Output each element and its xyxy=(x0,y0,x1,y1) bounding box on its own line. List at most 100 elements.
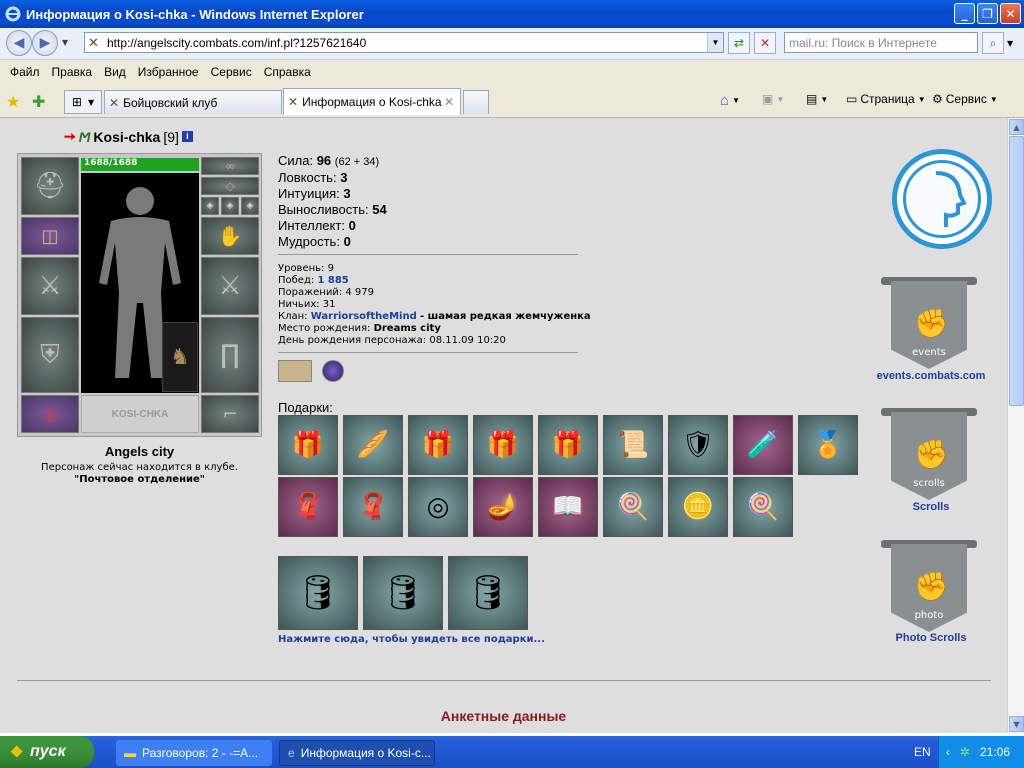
stop-button[interactable]: ✕ xyxy=(754,32,776,54)
head-profile-icon xyxy=(903,160,981,238)
marriage-rings-icon[interactable] xyxy=(278,360,312,382)
weapon-right-slot[interactable]: ⚔ xyxy=(201,257,259,315)
stats-block: Сила: 96 (62 + 34) Ловкость: 3 Интуиция:… xyxy=(278,153,387,250)
gift-genie-lamp[interactable]: 🪔 xyxy=(473,477,533,537)
bracers-slot[interactable]: ◫ xyxy=(21,217,79,255)
gift-gift-box[interactable]: 🎁 xyxy=(408,415,468,475)
menu-favorites[interactable]: Избранное xyxy=(132,65,205,79)
boots-slot[interactable]: ⌐ xyxy=(201,395,259,433)
gift-book[interactable]: 📖 xyxy=(538,477,598,537)
scroll-up-icon[interactable]: ▲ xyxy=(1009,119,1024,135)
gift-gift-box[interactable]: 🎁 xyxy=(538,415,598,475)
gift-scroll[interactable]: 📜 xyxy=(603,415,663,475)
all-gifts-link[interactable]: Нажмите сюда, чтобы увидеть все подарки.… xyxy=(278,634,545,645)
tray-arrow-icon[interactable]: ‹ xyxy=(946,745,950,759)
events-banner[interactable]: ✊ events xyxy=(881,273,977,377)
favorites-star-icon[interactable]: ★ xyxy=(6,92,20,111)
photo-scrolls-link[interactable]: Photo Scrolls xyxy=(868,632,994,644)
tools-menu-button[interactable]: ⚙ Сервис ▼ xyxy=(932,92,998,106)
minimize-button[interactable]: _ xyxy=(954,3,975,24)
stat-label: Сила: xyxy=(278,153,314,168)
helmet-slot[interactable]: ⛑ xyxy=(21,157,79,215)
info-icon[interactable]: i xyxy=(181,131,193,142)
gift-lollipop[interactable]: 🍭 xyxy=(603,477,663,537)
gift-coins[interactable]: 🪙 xyxy=(668,477,728,537)
tab-fight-club[interactable]: ✕ Бойцовский клуб xyxy=(104,90,282,114)
scrolls-banner[interactable]: ✊ scrolls xyxy=(881,404,977,508)
address-field[interactable]: ✕ http://angelscity.combats.com/inf.pl?1… xyxy=(84,32,724,53)
profile-badge-icon[interactable] xyxy=(892,149,992,249)
book-icon: 📖 xyxy=(551,492,585,522)
gift-perfume[interactable]: 🧪 xyxy=(733,415,793,475)
search-button[interactable]: ⌕ xyxy=(982,32,1004,54)
scroll-thumb[interactable] xyxy=(1009,136,1024,406)
forward-button[interactable]: ▶ xyxy=(32,30,58,56)
ring2-slot[interactable]: ◈ xyxy=(221,197,239,215)
back-button[interactable]: ◀ xyxy=(6,30,32,56)
search-options-icon[interactable]: ▼ xyxy=(1007,39,1013,48)
vertical-scrollbar[interactable]: ▲ ▼ xyxy=(1007,118,1024,733)
taskbar-item-ie[interactable]: e Информация о Kosi-c... xyxy=(279,740,435,766)
clan-emblem-icon[interactable]: Ϻ xyxy=(79,129,91,145)
refresh-button[interactable]: ⇄ xyxy=(728,32,750,54)
ring1-slot[interactable]: ◈ xyxy=(201,197,219,215)
gift-red-cape[interactable]: 🧣 xyxy=(278,477,338,537)
gift-gift-box[interactable]: 🎁 xyxy=(473,415,533,475)
gift-barrel[interactable]: 🛢 xyxy=(448,556,528,630)
quick-tabs-button[interactable]: ⊞ ▼ xyxy=(64,90,102,114)
start-button[interactable]: ❖ пуск xyxy=(0,736,94,768)
gift-bread[interactable]: 🥖 xyxy=(343,415,403,475)
menu-file[interactable]: Файл xyxy=(4,65,46,79)
armor-slot[interactable]: ⛨ xyxy=(21,317,79,393)
private-message-arrow-icon[interactable]: ➙ xyxy=(64,128,76,145)
tab-character-info[interactable]: ✕ Информация о Kosi-chka ✕ xyxy=(283,88,461,115)
print-button[interactable]: ▤ ▼ xyxy=(806,92,828,106)
history-dropdown-icon[interactable]: ▼ xyxy=(62,38,68,47)
gift-barrel[interactable]: 🛢 xyxy=(278,556,358,630)
gift-target[interactable]: ◎ xyxy=(408,477,468,537)
tab-label: Бойцовский клуб xyxy=(123,95,218,110)
stat-label: Интуиция: xyxy=(278,186,340,201)
gift-barrel[interactable]: 🛢 xyxy=(363,556,443,630)
language-indicator[interactable]: EN xyxy=(914,745,931,759)
gift-gift-box[interactable]: 🎁 xyxy=(278,415,338,475)
gift-lollipop[interactable]: 🍭 xyxy=(733,477,793,537)
feeds-button[interactable]: ▣ ▼ xyxy=(762,92,784,106)
home-button[interactable]: ⌂ ▼ xyxy=(720,92,740,109)
scrolls-link[interactable]: Scrolls xyxy=(868,501,994,513)
page-menu-button[interactable]: ▭ Страница ▼ xyxy=(846,92,926,106)
tab-bar: ★ ✚ ⊞ ▼ ✕ Бойцовский клуб ✕ Информация о … xyxy=(0,84,1024,118)
info-wins[interactable]: 1 885 xyxy=(317,275,348,286)
weapon-left-slot[interactable]: ⚔ xyxy=(21,257,79,315)
close-button[interactable]: ✕ xyxy=(1000,3,1021,24)
ring3-slot[interactable]: ◈ xyxy=(241,197,259,215)
gear-icon: ⚙ xyxy=(932,92,943,106)
bread-icon: 🥖 xyxy=(356,430,390,460)
maximize-button[interactable]: ❐ xyxy=(977,3,998,24)
add-favorite-icon[interactable]: ✚ xyxy=(32,92,45,111)
belt-slot[interactable]: ◎ xyxy=(21,395,79,433)
menu-edit[interactable]: Правка xyxy=(46,65,99,79)
amulet-slot[interactable]: ◇ xyxy=(201,177,259,195)
stat-row: Выносливость: 54 xyxy=(278,202,387,218)
tray-app-icon[interactable]: ✲ xyxy=(960,745,970,759)
events-link[interactable]: events.combats.com xyxy=(868,370,994,382)
address-dropdown-icon[interactable]: ▼ xyxy=(707,33,723,52)
clan-rune-icon[interactable] xyxy=(322,360,344,382)
menu-view[interactable]: Вид xyxy=(98,65,132,79)
search-input[interactable]: mail.ru: Поиск в Интернете xyxy=(784,32,978,53)
menu-help[interactable]: Справка xyxy=(258,65,317,79)
taskbar-item-chat[interactable]: ▬ Разговоров: 2 - -=А... xyxy=(116,740,272,766)
gift-gold-mask[interactable]: 🛡 xyxy=(668,415,728,475)
gloves-slot[interactable]: ✋ xyxy=(201,217,259,255)
menu-tools[interactable]: Сервис xyxy=(205,65,258,79)
new-tab-button[interactable] xyxy=(463,90,489,114)
legs-slot[interactable]: ∏ xyxy=(201,317,259,393)
close-tab-icon[interactable]: ✕ xyxy=(444,95,454,109)
gift-gem-medal[interactable]: 🏅 xyxy=(798,415,858,475)
scroll-down-icon[interactable]: ▼ xyxy=(1009,716,1024,732)
gift-grey-cape[interactable]: 🧣 xyxy=(343,477,403,537)
earring-slot[interactable]: ∞ xyxy=(201,157,259,175)
photo-banner[interactable]: ✊ photo xyxy=(881,536,977,640)
clan-link[interactable]: WarriorsoftheMind xyxy=(311,311,417,322)
